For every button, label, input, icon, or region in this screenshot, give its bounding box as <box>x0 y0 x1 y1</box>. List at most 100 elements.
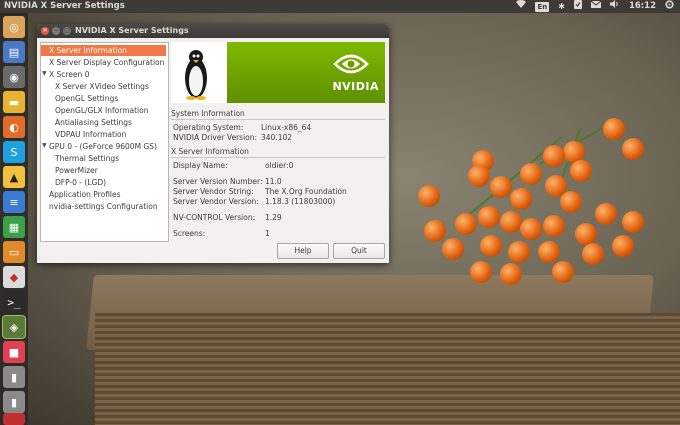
unity-launcher: ◎ ▤ ◉ ▬ ◐ S ▲ ≡ ▦ ▭ ◆ >_ ◈ ■ ▮ ▮ <box>0 13 28 425</box>
bluetooth-icon[interactable]: ✱ <box>558 0 565 13</box>
writer-icon[interactable]: ≡ <box>3 191 25 213</box>
tree-item-powermizer[interactable]: PowerMizer <box>55 165 98 176</box>
wallpaper-berry <box>424 220 446 242</box>
app-icon[interactable]: ■ <box>3 341 25 363</box>
nvidia-eye-logo-icon <box>333 54 369 74</box>
expand-arrow-icon[interactable]: ▼ <box>42 70 47 77</box>
close-icon[interactable]: ✕ <box>41 27 49 35</box>
tree-item-opengl-glx-information[interactable]: OpenGL/GLX Information <box>55 105 148 116</box>
top-panel: NVIDIA X Server Settings En ✱ 16:12 <box>0 0 680 13</box>
software-center-icon[interactable]: ◆ <box>3 266 25 288</box>
nvidia-icon[interactable]: ◈ <box>3 316 25 338</box>
nvidia-banner: NVIDIA <box>171 42 385 103</box>
nvidia-settings-window: ✕ – □ NVIDIA X Server Settings X Server … <box>37 24 389 263</box>
wallpaper-berry <box>560 191 582 213</box>
keyboard-layout-indicator[interactable]: En <box>535 1 550 12</box>
expand-arrow-icon[interactable]: ▼ <box>42 142 47 149</box>
tree-item-vdpau-information[interactable]: VDPAU Information <box>55 129 126 140</box>
x-server-information-heading: X Server Information <box>171 147 249 156</box>
usb-drive-icon[interactable]: ▮ <box>3 366 25 388</box>
server-vendor-string-value: The X.Org Foundation <box>265 187 347 196</box>
tree-item-x-screen-0[interactable]: X Screen 0 <box>49 69 89 80</box>
wallpaper-berry <box>520 218 542 240</box>
navigation-tree: X Server Information X Server Display Co… <box>40 42 169 242</box>
wallpaper-berry <box>543 145 565 167</box>
wallpaper-berry <box>500 263 522 285</box>
firefox-icon[interactable]: ◐ <box>3 116 25 138</box>
impress-icon[interactable]: ▭ <box>3 241 25 263</box>
server-version-value: 11.0 <box>265 177 282 186</box>
wallpaper-berry <box>538 241 560 263</box>
quit-button[interactable]: Quit <box>333 243 385 259</box>
calc-icon[interactable]: ▦ <box>3 216 25 238</box>
separator <box>171 157 385 158</box>
wallpaper-berry <box>418 185 440 207</box>
dropbox-check-icon[interactable] <box>573 0 582 14</box>
nv-control-version-label: NV-CONTROL Version: <box>173 213 256 222</box>
usb-drive-icon-2[interactable]: ▮ <box>3 391 25 413</box>
folder-icon[interactable]: ▬ <box>3 91 25 113</box>
tree-item-xvideo-settings[interactable]: X Server XVideo Settings <box>55 81 149 92</box>
tree-item-x-server-display-configuration[interactable]: X Server Display Configuration <box>49 57 164 68</box>
display-name-label: Display Name: <box>173 161 228 170</box>
wallpaper-berry <box>490 176 512 198</box>
wallpaper-berry <box>455 213 477 235</box>
nv-control-version-value: 1.29 <box>265 213 282 222</box>
wallpaper-berry <box>622 211 644 233</box>
tree-item-antialiasing-settings[interactable]: Antialiasing Settings <box>55 117 132 128</box>
tux-penguin-icon <box>185 50 207 100</box>
server-version-label: Server Version Number: <box>173 177 263 186</box>
mail-icon[interactable] <box>590 0 602 13</box>
driver-version-value: 340.102 <box>261 133 293 142</box>
wallpaper-book-pages <box>95 313 680 425</box>
tree-item-dfp-0[interactable]: DFP-0 - (LGD) <box>55 177 106 188</box>
window-titlebar[interactable]: ✕ – □ NVIDIA X Server Settings <box>37 24 389 38</box>
clock[interactable]: 16:12 <box>629 0 656 13</box>
tree-item-application-profiles[interactable]: Application Profiles <box>49 189 121 200</box>
nvidia-wordmark: NVIDIA <box>332 80 379 93</box>
disk-icon[interactable]: ◉ <box>3 66 25 88</box>
wallpaper-berry <box>622 138 644 160</box>
help-button[interactable]: Help <box>277 243 329 259</box>
wallpaper-berry <box>510 188 532 210</box>
wallpaper-berry <box>603 118 625 140</box>
wifi-icon[interactable] <box>516 0 527 13</box>
tree-item-x-server-information[interactable]: X Server Information <box>41 45 166 56</box>
files-icon[interactable]: ▤ <box>3 41 25 63</box>
server-vendor-version-label: Server Vendor Version: <box>173 197 259 206</box>
skype-icon[interactable]: S <box>3 141 25 163</box>
inkscape-icon[interactable]: ▲ <box>3 166 25 188</box>
wallpaper-berry <box>508 241 530 263</box>
os-value: Linux-x86_64 <box>261 123 312 132</box>
wallpaper-berry <box>500 211 522 233</box>
terminal-icon[interactable]: >_ <box>3 291 25 313</box>
wallpaper-berry <box>582 243 604 265</box>
tree-item-thermal-settings[interactable]: Thermal Settings <box>55 153 119 164</box>
system-information-heading: System Information <box>171 109 245 118</box>
power-gear-icon[interactable] <box>665 0 674 14</box>
minimize-icon[interactable]: – <box>52 27 60 35</box>
wallpaper-berry <box>470 261 492 283</box>
trash-icon[interactable] <box>3 413 25 425</box>
server-vendor-version-value: 1.18.3 (11803000) <box>265 197 336 206</box>
information-panel: NVIDIA System Information Operating Syst… <box>171 42 385 238</box>
wallpaper-berry <box>468 165 490 187</box>
tree-item-gpu-0[interactable]: GPU 0 - (GeForce 9600M GS) <box>49 141 157 152</box>
wallpaper-berry <box>575 223 597 245</box>
active-app-title: NVIDIA X Server Settings <box>4 1 125 11</box>
system-tray: En ✱ 16:12 <box>516 0 674 13</box>
display-name-value: oldier:0 <box>265 161 294 170</box>
wallpaper-berry <box>442 238 464 260</box>
window-controls: ✕ – □ <box>41 27 71 35</box>
ubuntu-icon[interactable]: ◎ <box>3 16 25 38</box>
wallpaper-berry <box>520 163 542 185</box>
wallpaper-berry <box>552 261 574 283</box>
tree-item-opengl-settings[interactable]: OpenGL Settings <box>55 93 118 104</box>
driver-version-label: NVIDIA Driver Version: <box>173 133 258 142</box>
wallpaper-berry <box>612 235 634 257</box>
os-label: Operating System: <box>173 123 244 132</box>
volume-icon[interactable] <box>609 0 620 13</box>
wallpaper-berry <box>480 235 502 257</box>
tree-item-nvidia-settings-configuration[interactable]: nvidia-settings Configuration <box>49 201 158 212</box>
maximize-icon[interactable]: □ <box>63 27 71 35</box>
